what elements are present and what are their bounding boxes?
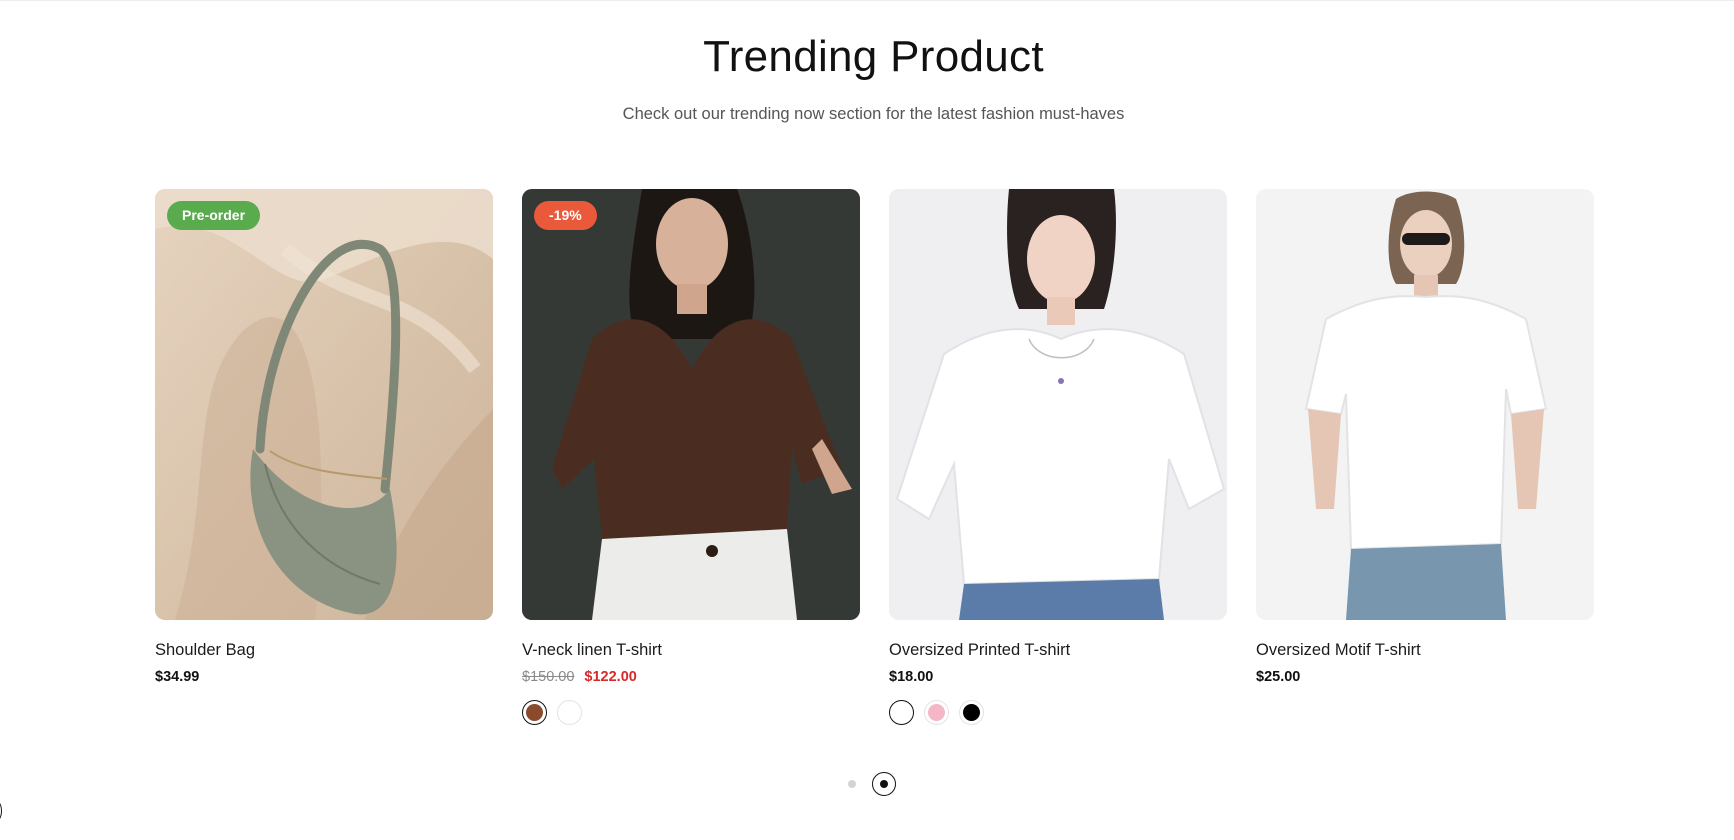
product-price: $18.00	[889, 669, 934, 685]
pagination-dot-1[interactable]	[848, 780, 856, 788]
product-card-vneck-linen-tshirt[interactable]: -19% V-neck linen T-shirt $150.00 $122.0…	[522, 189, 860, 725]
swatch-color-dot	[561, 704, 578, 721]
color-swatches	[522, 700, 860, 725]
product-card-oversized-printed-tshirt[interactable]: Oversized Printed T-shirt $18.00	[889, 189, 1227, 725]
carousel-pagination	[848, 772, 896, 796]
pagination-dot-2-active[interactable]	[872, 772, 896, 796]
active-dot-center	[880, 780, 888, 788]
product-image-vneck-linen-tshirt[interactable]: -19%	[522, 189, 860, 620]
product-price: $34.99	[155, 669, 200, 685]
product-card-oversized-motif-tshirt[interactable]: Oversized Motif T-shirt $25.00	[1256, 189, 1594, 686]
product-carousel: Pre-order Shoulder Bag $34.99 -19% V-nec…	[155, 189, 1595, 729]
swatch-color-dot	[526, 704, 543, 721]
price-row: $150.00 $122.00	[522, 668, 860, 686]
price-row: $25.00	[1256, 668, 1594, 686]
swatch-black[interactable]	[959, 700, 984, 725]
product-name[interactable]: Oversized Motif T-shirt	[1256, 640, 1594, 660]
product-card-shoulder-bag[interactable]: Pre-order Shoulder Bag $34.99	[155, 189, 493, 686]
product-image-shoulder-bag[interactable]: Pre-order	[155, 189, 493, 620]
partial-circle-icon	[0, 802, 2, 820]
price-row: $34.99	[155, 668, 493, 686]
product-name[interactable]: V-neck linen T-shirt	[522, 640, 860, 660]
product-image-oversized-printed-tshirt[interactable]	[889, 189, 1227, 620]
swatch-brown[interactable]	[522, 700, 547, 725]
swatch-white[interactable]	[557, 700, 582, 725]
shoulder-bag-image	[155, 189, 493, 620]
original-price: $150.00	[522, 669, 575, 685]
product-name[interactable]: Shoulder Bag	[155, 640, 493, 660]
preorder-badge: Pre-order	[167, 201, 261, 230]
brown-vneck-tshirt-image	[522, 189, 860, 620]
swatch-pink[interactable]	[924, 700, 949, 725]
price-row: $18.00	[889, 668, 1227, 686]
top-divider	[0, 0, 1734, 1]
swatch-color-dot	[893, 704, 910, 721]
product-image-oversized-motif-tshirt[interactable]	[1256, 189, 1594, 620]
product-name[interactable]: Oversized Printed T-shirt	[889, 640, 1227, 660]
sale-badge: -19%	[534, 201, 597, 230]
color-swatches	[889, 700, 1227, 725]
white-oversized-tshirt-image	[889, 189, 1227, 620]
section-subtitle: Check out our trending now section for t…	[622, 105, 1125, 123]
swatch-white[interactable]	[889, 700, 914, 725]
product-price: $25.00	[1256, 669, 1301, 685]
swatch-color-dot	[963, 704, 980, 721]
swatch-color-dot	[928, 704, 945, 721]
sale-price: $122.00	[584, 669, 637, 685]
section-title: Trending Product	[703, 32, 1044, 81]
white-motif-tshirt-image	[1256, 189, 1594, 620]
